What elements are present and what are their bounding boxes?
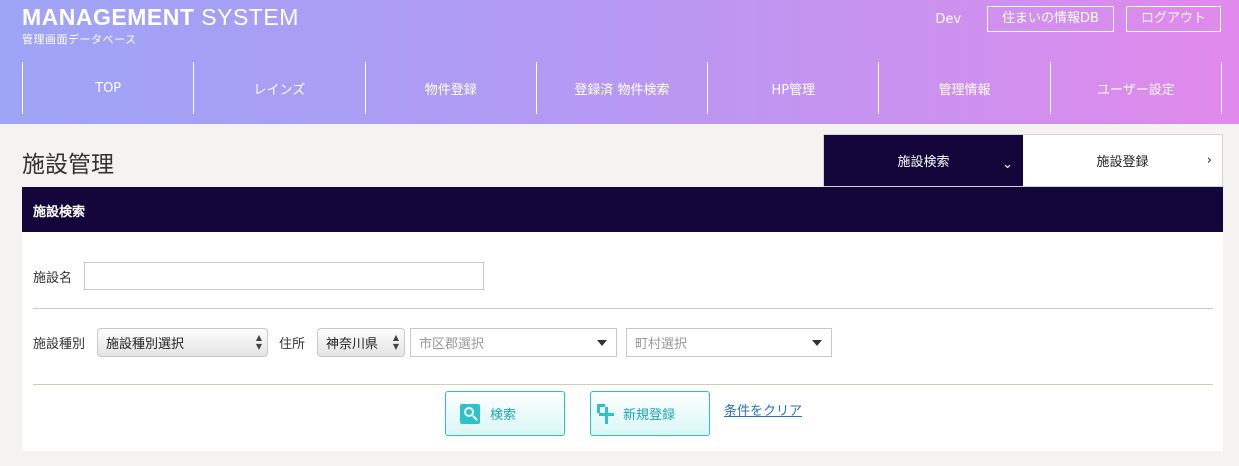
select-stepper-icon: ▲ ▼: [392, 333, 400, 351]
facility-type-label: 施設種別: [33, 337, 86, 352]
facility-search-panel: 施設検索 施設名 施設種別 施設種別選択 ▲ ▼ 住所 神奈川県 ▲ ▼ 市区郡選択…: [22, 187, 1223, 451]
brand-title-thin: SYSTEM: [201, 4, 299, 30]
nav-item-property-register[interactable]: 物件登録: [366, 62, 537, 114]
tab-facility-search-label: 施設検索: [897, 155, 950, 170]
town-select-placeholder: 町村選択: [635, 337, 688, 352]
divider: [33, 384, 1213, 385]
chevron-down-icon: ⌄: [1002, 157, 1013, 172]
prefecture-select-value: 神奈川県: [326, 337, 379, 352]
nav-item-hp-management[interactable]: HP管理: [708, 62, 880, 114]
action-bar: 検索 新規登録 条件をクリア: [445, 391, 802, 436]
brand-subtitle: 管理画面データベース: [22, 33, 137, 46]
chevron-right-icon: ›: [1206, 153, 1212, 168]
clear-conditions-link[interactable]: 条件をクリア: [724, 400, 802, 419]
facility-name-label: 施設名: [33, 270, 73, 286]
panel-heading: 施設検索: [22, 187, 1223, 232]
logout-button[interactable]: ログアウト: [1125, 6, 1221, 32]
facility-name-row: 施設名: [33, 262, 485, 290]
nav-item-top[interactable]: TOP: [23, 62, 195, 114]
nav-item-reins[interactable]: レインズ: [194, 62, 366, 114]
new-register-button[interactable]: 新規登録: [590, 391, 710, 436]
brand-logo[interactable]: MANAGEMENT SYSTEM 管理画面データベース: [22, 5, 299, 47]
new-register-button-label: 新規登録: [623, 408, 676, 423]
search-icon: [460, 403, 480, 424]
select-stepper-icon: ▲ ▼: [255, 333, 263, 351]
dropdown-arrow-icon: [597, 340, 608, 346]
city-select[interactable]: 市区郡選択: [410, 328, 618, 357]
facility-type-select-value: 施設種別選択: [106, 337, 185, 352]
app-header: MANAGEMENT SYSTEM 管理画面データベース Dev 住まいの情報D…: [0, 0, 1239, 124]
city-select-placeholder: 市区郡選択: [419, 337, 485, 352]
housing-info-db-button[interactable]: 住まいの情報DB: [987, 6, 1114, 32]
facility-name-input[interactable]: [84, 262, 485, 290]
tab-facility-register[interactable]: 施設登録 ›: [1023, 135, 1222, 186]
address-label: 住所: [279, 337, 306, 352]
prefecture-select[interactable]: 神奈川県 ▲ ▼: [317, 328, 406, 357]
nav-item-registered-property-search[interactable]: 登録済 物件検索: [537, 62, 709, 114]
add-icon: [597, 403, 617, 424]
main-nav: TOP レインズ 物件登録 登録済 物件検索 HP管理 管理情報 ユーザー設定: [22, 62, 1222, 114]
nav-item-user-settings[interactable]: ユーザー設定: [1051, 62, 1222, 114]
user-area: Dev 住まいの情報DB ログアウト: [935, 6, 1221, 32]
facility-type-select[interactable]: 施設種別選択 ▲ ▼: [97, 328, 269, 357]
town-select[interactable]: 町村選択: [626, 328, 833, 357]
search-button-label: 検索: [490, 408, 517, 423]
dropdown-arrow-icon: [812, 340, 823, 346]
nav-item-management-info[interactable]: 管理情報: [879, 62, 1051, 114]
brand-title: MANAGEMENT SYSTEM: [22, 5, 299, 29]
page-title: 施設管理: [22, 152, 114, 178]
filter-row: 施設種別 施設種別選択 ▲ ▼ 住所 神奈川県 ▲ ▼ 市区郡選択 町村選択: [33, 328, 833, 357]
user-name: Dev: [935, 11, 962, 27]
tab-facility-register-label: 施設登録: [1096, 155, 1149, 170]
tab-facility-search[interactable]: 施設検索 ⌄: [824, 135, 1023, 186]
facility-tabs: 施設検索 ⌄ 施設登録 ›: [823, 134, 1223, 187]
brand-title-bold: MANAGEMENT: [22, 4, 195, 30]
divider: [33, 308, 1213, 309]
search-button[interactable]: 検索: [445, 391, 565, 436]
